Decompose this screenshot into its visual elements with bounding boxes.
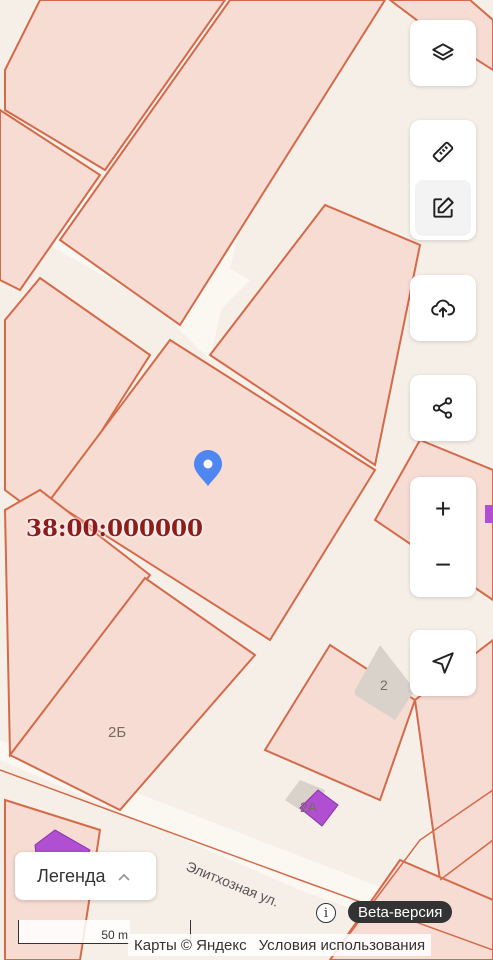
cadastral-number: 38:00:000000 — [26, 515, 204, 542]
ruler-button[interactable] — [415, 124, 471, 180]
legend-label: Легенда — [37, 865, 106, 886]
legend-button[interactable]: Легенда — [15, 852, 156, 900]
navigation-arrow-icon — [432, 652, 454, 674]
edit-button[interactable] — [415, 180, 471, 236]
zoom-in-button[interactable]: + — [415, 481, 471, 537]
layers-control — [410, 20, 476, 86]
zoom-out-button[interactable]: − — [415, 537, 471, 593]
draw-tools — [410, 120, 476, 240]
zoom-control: + − — [410, 477, 476, 597]
parcel-label-2: 2 — [380, 677, 388, 693]
share-icon — [432, 397, 453, 419]
locate-control — [410, 630, 476, 696]
maps-copyright-link[interactable]: Карты © Яндекс — [134, 937, 247, 954]
upload-button[interactable] — [415, 280, 471, 336]
layers-button[interactable] — [415, 25, 471, 81]
beta-badge: Beta-версия — [348, 901, 453, 923]
share-button[interactable] — [415, 380, 471, 436]
chevron-up-icon — [117, 866, 131, 887]
ruler-icon — [432, 141, 454, 163]
share-control — [410, 375, 476, 441]
layers-icon — [432, 43, 454, 61]
attribution: Карты © Яндекс Условия использования — [128, 934, 432, 956]
parcel-label-2b: 2Б — [108, 724, 126, 741]
parcel-label-2a: 2А — [300, 799, 318, 815]
scale-bar: 50 m — [18, 920, 130, 944]
upload-control — [410, 275, 476, 341]
terms-link[interactable]: Условия использования — [259, 937, 426, 954]
edit-icon — [433, 197, 454, 218]
cloud-upload-icon — [431, 299, 456, 318]
locate-button[interactable] — [415, 635, 471, 691]
info-icon[interactable]: i — [316, 903, 336, 923]
